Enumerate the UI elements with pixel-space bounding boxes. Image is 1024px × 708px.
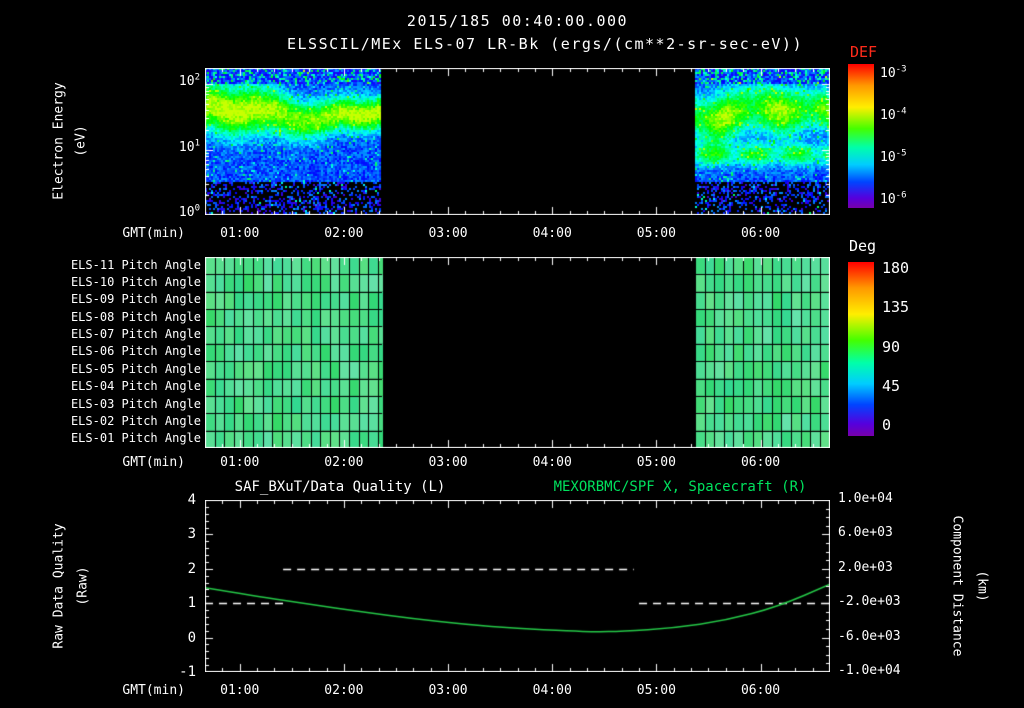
pitch-row-label: ELS-11 Pitch Angle (70, 257, 201, 272)
energy-axis-tick: 102 (178, 73, 200, 90)
energy-axis-label: Electron Energy (51, 82, 67, 200)
x-tick-label: 05:00 (636, 455, 676, 470)
def-colorbar-tick: 10-6 (880, 190, 907, 207)
x-tick-label: 02:00 (324, 226, 364, 241)
quality-axis-tick: -1 (179, 664, 196, 680)
pitch-row-label: ELS-07 Pitch Angle (70, 327, 201, 342)
pitch-angle-canvas (205, 257, 830, 448)
pitch-row-label: ELS-03 Pitch Angle (70, 396, 201, 411)
deg-colorbar-tick: 135 (882, 298, 910, 317)
deg-colorbar-tick: 180 (882, 259, 910, 277)
quality-axis-tick: 4 (187, 492, 196, 508)
quality-axis-tick: 3 (187, 526, 196, 543)
pitch-row-label: ELS-09 Pitch Angle (70, 292, 201, 307)
quality-axis-label: Raw Data Quality (51, 523, 67, 649)
x-tick-label: 04:00 (532, 226, 572, 241)
pitch-row-label: ELS-02 Pitch Angle (70, 413, 201, 428)
x-tick-label: 06:00 (740, 683, 781, 698)
timestamp-title: 2015/185 00:40:00.000 (406, 12, 629, 30)
energy-axis-tick: 101 (178, 138, 200, 155)
distance-axis-tick: 6.0e+03 (838, 525, 893, 541)
pitch-row-label: ELS-05 Pitch Angle (70, 361, 201, 376)
energy-axis-tick: 100 (178, 203, 200, 220)
pitch-row-label: ELS-06 Pitch Angle (70, 344, 201, 359)
def-colorbar-tick: 10-3 (880, 64, 907, 81)
quality-axis-tick: 0 (187, 629, 196, 646)
quality-axis-tick: 1 (187, 595, 196, 612)
gmt-label-timeseries: GMT(min) (122, 683, 185, 698)
deg-colorbar-label: Deg (849, 237, 877, 255)
distance-axis-tick: 2.0e+03 (838, 559, 893, 575)
deg-colorbar-tick: 45 (882, 376, 901, 395)
gmt-label-pitch: GMT(min) (122, 455, 185, 470)
distance-axis-tick: -2.0e+03 (838, 594, 901, 610)
x-tick-label: 03:00 (428, 226, 468, 241)
def-colorbar-label: DEF (850, 43, 878, 61)
deg-colorbar-tick: 90 (882, 337, 901, 356)
quality-axis-tick: 2 (187, 560, 196, 577)
def-colorbar (848, 64, 874, 208)
els-quicklook-plot: 2015/185 00:40:00.000 ELSSCIL/MEx ELS-07… (0, 0, 1024, 708)
x-tick-label: 02:00 (324, 455, 364, 470)
quality-series-title: SAF_BXuT/Data Quality (L) (234, 479, 446, 495)
gmt-label-spectrogram: GMT(min) (122, 226, 185, 241)
distance-axis-units: (km) (974, 570, 990, 602)
pitch-row-label: ELS-10 Pitch Angle (70, 275, 201, 290)
quality-axis-units: (Raw) (75, 566, 91, 606)
distance-axis-tick: -6.0e+03 (838, 628, 901, 644)
x-tick-label: 02:00 (324, 683, 364, 698)
x-tick-label: 01:00 (220, 683, 260, 698)
x-tick-label: 03:00 (428, 455, 468, 470)
distance-axis-label: Component Distance (949, 515, 965, 657)
x-tick-label: 01:00 (220, 226, 260, 241)
pitch-row-label: ELS-04 Pitch Angle (70, 379, 201, 394)
electron-energy-spectrogram-canvas (205, 68, 830, 215)
x-tick-label: 05:00 (636, 683, 676, 698)
distance-series-title: MEXORBMC/SPF X, Spacecraft (R) (553, 479, 807, 495)
distance-axis-tick: 1.0e+04 (838, 491, 893, 506)
pitch-row-label: ELS-08 Pitch Angle (70, 309, 201, 324)
x-tick-label: 06:00 (740, 455, 781, 470)
energy-axis-units: (eV) (73, 125, 89, 157)
x-tick-label: 06:00 (740, 226, 781, 241)
deg-colorbar (848, 262, 874, 436)
def-colorbar-tick: 10-5 (880, 148, 907, 165)
def-colorbar-tick: 10-4 (880, 106, 907, 123)
x-tick-label: 05:00 (636, 226, 676, 241)
quality-distance-canvas (205, 500, 830, 672)
pitch-row-label: ELS-01 Pitch Angle (70, 431, 201, 446)
deg-colorbar-tick: 0 (882, 416, 892, 435)
plot-title: ELSSCIL/MEx ELS-07 LR-Bk (ergs/(cm**2-sr… (286, 35, 803, 53)
x-tick-label: 04:00 (532, 683, 572, 698)
x-tick-label: 01:00 (220, 455, 260, 470)
x-tick-label: 04:00 (532, 455, 572, 470)
x-tick-label: 03:00 (428, 683, 468, 698)
distance-axis-tick: -1.0e+04 (838, 663, 901, 678)
